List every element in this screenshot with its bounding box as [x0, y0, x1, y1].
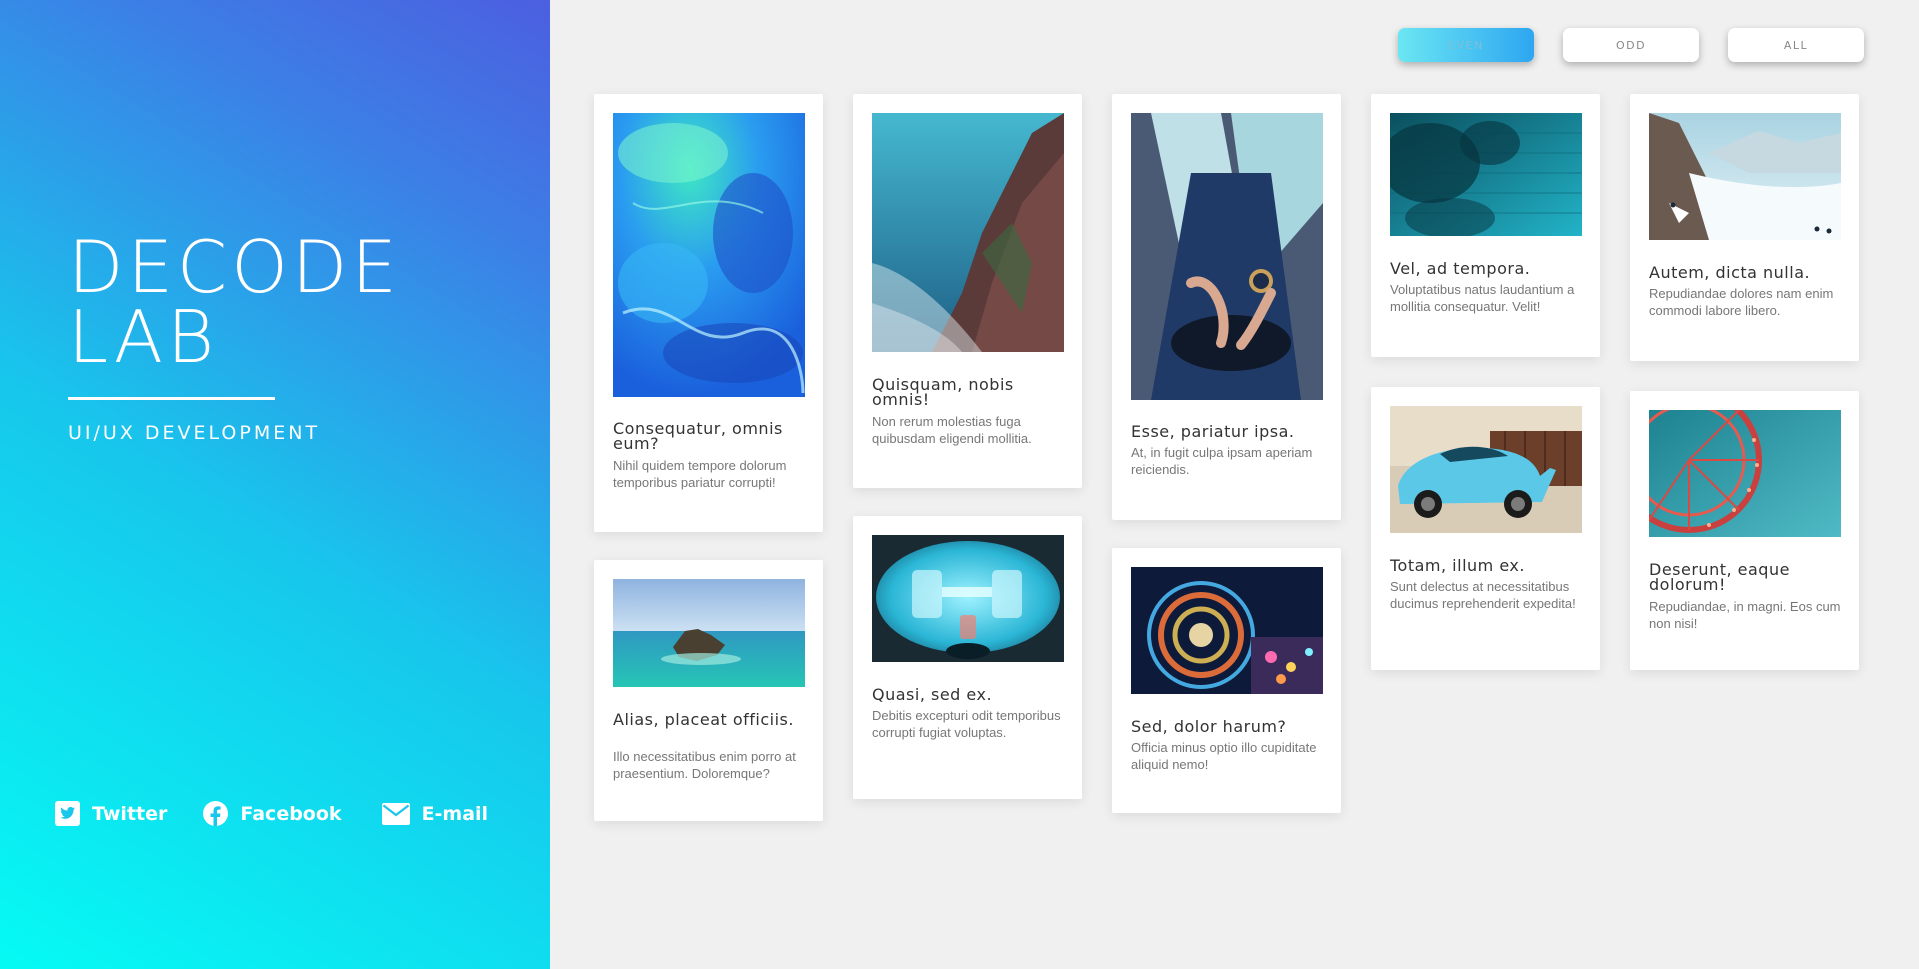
email-label: E-mail — [421, 802, 489, 825]
card-image — [1649, 410, 1841, 537]
brand-divider — [68, 397, 275, 400]
gallery-card[interactable]: Vel, ad tempora. Voluptatibus natus laud… — [1371, 94, 1600, 357]
gallery-card[interactable]: Alias, placeat officiis. Illo necessitat… — [594, 560, 823, 821]
card-title: Quasi, sed ex. — [872, 685, 993, 704]
card-title: Totam, illum ex. — [1390, 556, 1525, 575]
card-image — [613, 579, 805, 687]
gallery-card[interactable]: Totam, illum ex. Sunt delectus at necess… — [1371, 387, 1600, 670]
twitter-link[interactable]: Twitter — [55, 801, 167, 826]
filter-odd-button[interactable]: ODD — [1563, 28, 1699, 62]
gallery-card[interactable]: Quisquam, nobis omnis! Non rerum molesti… — [853, 94, 1082, 488]
gallery-card[interactable]: Consequatur, omnis eum? Nihil quidem tem… — [594, 94, 823, 532]
card-description: Debitis excepturi odit temporibus corrup… — [872, 708, 1061, 740]
card-description: Illo necessitatibus enim porro at praese… — [613, 749, 796, 781]
card-image — [1390, 406, 1582, 533]
facebook-label: Facebook — [240, 802, 342, 825]
filter-even-button[interactable]: EVEN — [1398, 28, 1534, 62]
brand-line-1: DECODE — [68, 225, 401, 309]
card-image — [1131, 113, 1323, 400]
card-title: Deserunt, eaque dolorum! — [1649, 560, 1790, 594]
card-description: At, in fugit culpa ipsam aperiam reicien… — [1131, 445, 1313, 477]
brand-line-2: LAB — [68, 295, 219, 379]
card-title: Quisquam, nobis omnis! — [872, 375, 1014, 409]
twitter-label: Twitter — [92, 802, 168, 825]
card-image — [872, 113, 1064, 352]
card-title: Sed, dolor harum? — [1131, 717, 1287, 736]
email-link[interactable]: E-mail — [381, 802, 489, 825]
filter-all-button[interactable]: ALL — [1728, 28, 1864, 62]
card-description: Repudiandae dolores nam enim commodi lab… — [1649, 286, 1834, 318]
card-title: Consequatur, omnis eum? — [613, 419, 783, 453]
social-links: Twitter Facebook E-mail — [55, 801, 488, 826]
gallery-card[interactable]: Sed, dolor harum? Officia minus optio il… — [1112, 548, 1341, 813]
card-image — [872, 535, 1064, 662]
card-image — [613, 113, 805, 397]
sidebar: DECODE LAB UI/UX DEVELOPMENT Twitter Fac… — [0, 0, 550, 969]
mail-icon — [381, 802, 410, 825]
twitter-icon — [55, 801, 80, 826]
brand-logo: DECODE LAB — [68, 225, 401, 379]
card-description: Voluptatibus natus laudantium a mollitia… — [1390, 282, 1575, 314]
card-description: Repudiandae, in magni. Eos cum non nisi! — [1649, 599, 1841, 631]
gallery-card[interactable]: Quasi, sed ex. Debitis excepturi odit te… — [853, 516, 1082, 799]
gallery-card[interactable]: Esse, pariatur ipsa. At, in fugit culpa … — [1112, 94, 1341, 520]
card-description: Officia minus optio illo cupiditate aliq… — [1131, 740, 1317, 772]
card-image — [1131, 567, 1323, 694]
card-title: Esse, pariatur ipsa. — [1131, 422, 1295, 441]
gallery-card[interactable]: Deserunt, eaque dolorum! Repudiandae, in… — [1630, 391, 1859, 670]
card-description: Sunt delectus at necessitatibus ducimus … — [1390, 579, 1576, 611]
card-title: Alias, placeat officiis. — [613, 710, 794, 729]
card-description: Nihil quidem tempore dolorum temporibus … — [613, 458, 787, 490]
card-title: Autem, dicta nulla. — [1649, 263, 1811, 282]
card-image — [1649, 113, 1841, 240]
card-image — [1390, 113, 1582, 236]
facebook-link[interactable]: Facebook — [203, 801, 342, 826]
gallery-card[interactable]: Autem, dicta nulla. Repudiandae dolores … — [1630, 94, 1859, 361]
card-description: Non rerum molestias fuga quibusdam elige… — [872, 414, 1032, 446]
facebook-icon — [203, 801, 229, 826]
card-title: Vel, ad tempora. — [1390, 259, 1531, 278]
tagline: UI/UX DEVELOPMENT — [68, 422, 321, 444]
